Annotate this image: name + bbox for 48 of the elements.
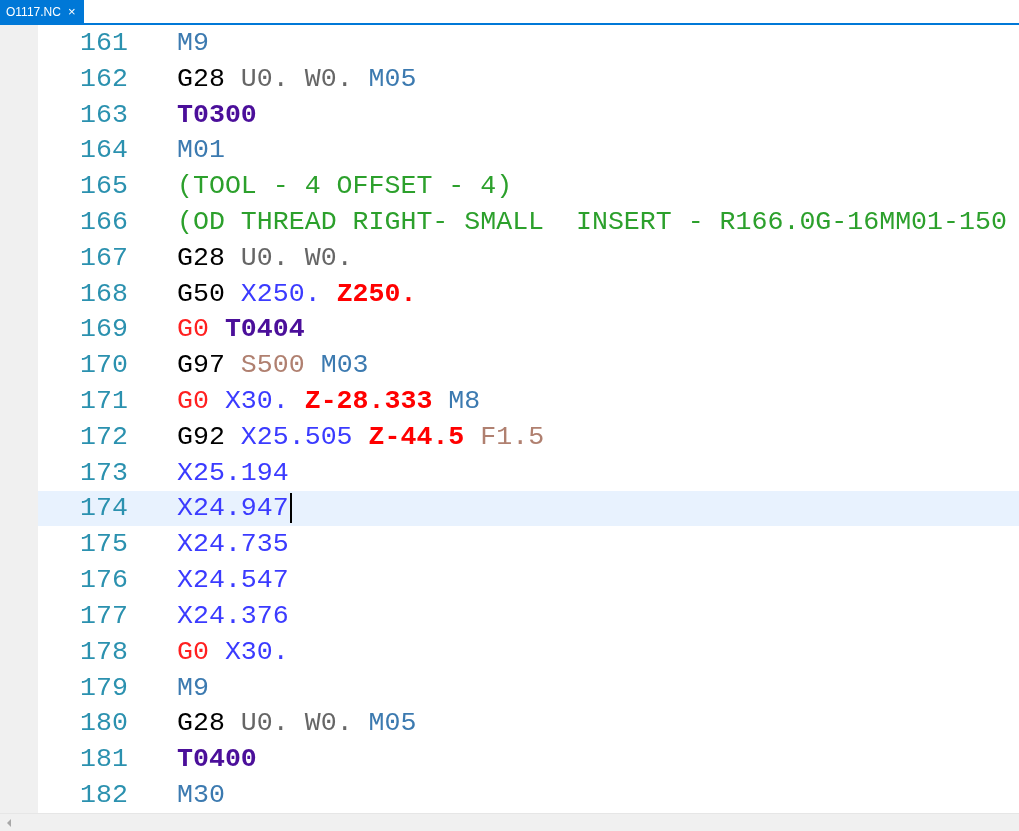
code-line: G92 X25.505 Z-44.5 F1.5 [177,421,545,452]
line-number: 174 [79,493,129,524]
line-number: 179 [79,672,129,703]
line-number: 181 [79,744,129,775]
line-number: 177 [79,600,129,631]
code-line: X24.947 [177,493,289,524]
code-line: T0300 [177,99,257,130]
line-number: 175 [79,529,129,560]
line-number: 171 [79,386,129,417]
code-line: G0 X30. Z-28.333 M8 [177,386,481,417]
line-number: 180 [79,708,129,739]
code-line: G97 S500 M03 [177,350,369,381]
code-line: G28 U0. W0. M05 [177,63,417,94]
line-number: 173 [79,457,129,488]
code-line: X25.194 [177,457,289,488]
code-line: X24.376 [177,600,289,631]
code-line: G50 X250. Z250. [177,278,417,309]
code-line: G0 T0404 [177,314,305,345]
line-number: 168 [79,278,129,309]
code-line: G28 U0. W0. [177,242,353,273]
line-number: 162 [79,63,129,94]
line-number: 166 [79,206,129,237]
code-line: M30 [177,779,225,810]
code-line: G28 U0. W0. M05 [177,708,417,739]
code-line: M9 [177,27,209,58]
line-number: 170 [79,350,129,381]
line-number: 164 [79,135,129,166]
line-number: 169 [79,314,129,345]
line-number: 178 [79,636,129,667]
text-cursor [289,493,292,524]
code-line: (TOOL - 4 OFFSET - 4) [177,171,513,202]
code-line: T0400 [177,744,257,775]
line-number: 163 [79,99,129,130]
code-line: X24.547 [177,565,289,596]
close-tab-button[interactable]: × [67,4,76,19]
line-number: 167 [79,242,129,273]
code-line: X24.735 [177,529,289,560]
line-number: 165 [79,171,129,202]
line-number: 161 [79,27,129,58]
code-line: (OD THREAD RIGHT- SMALL INSERT - R166.0G-16MM01-150 [177,206,1007,237]
line-number: 182 [79,779,129,810]
code-line: G0 X30. [177,636,289,667]
code-line: M01 [177,135,225,166]
code-line: M9 [177,672,209,703]
file-tab[interactable]: O1117.NC × [0,0,84,23]
line-number: 172 [79,421,129,452]
horizontal-scrollbar[interactable] [0,813,1019,831]
line-number: 176 [79,565,129,596]
